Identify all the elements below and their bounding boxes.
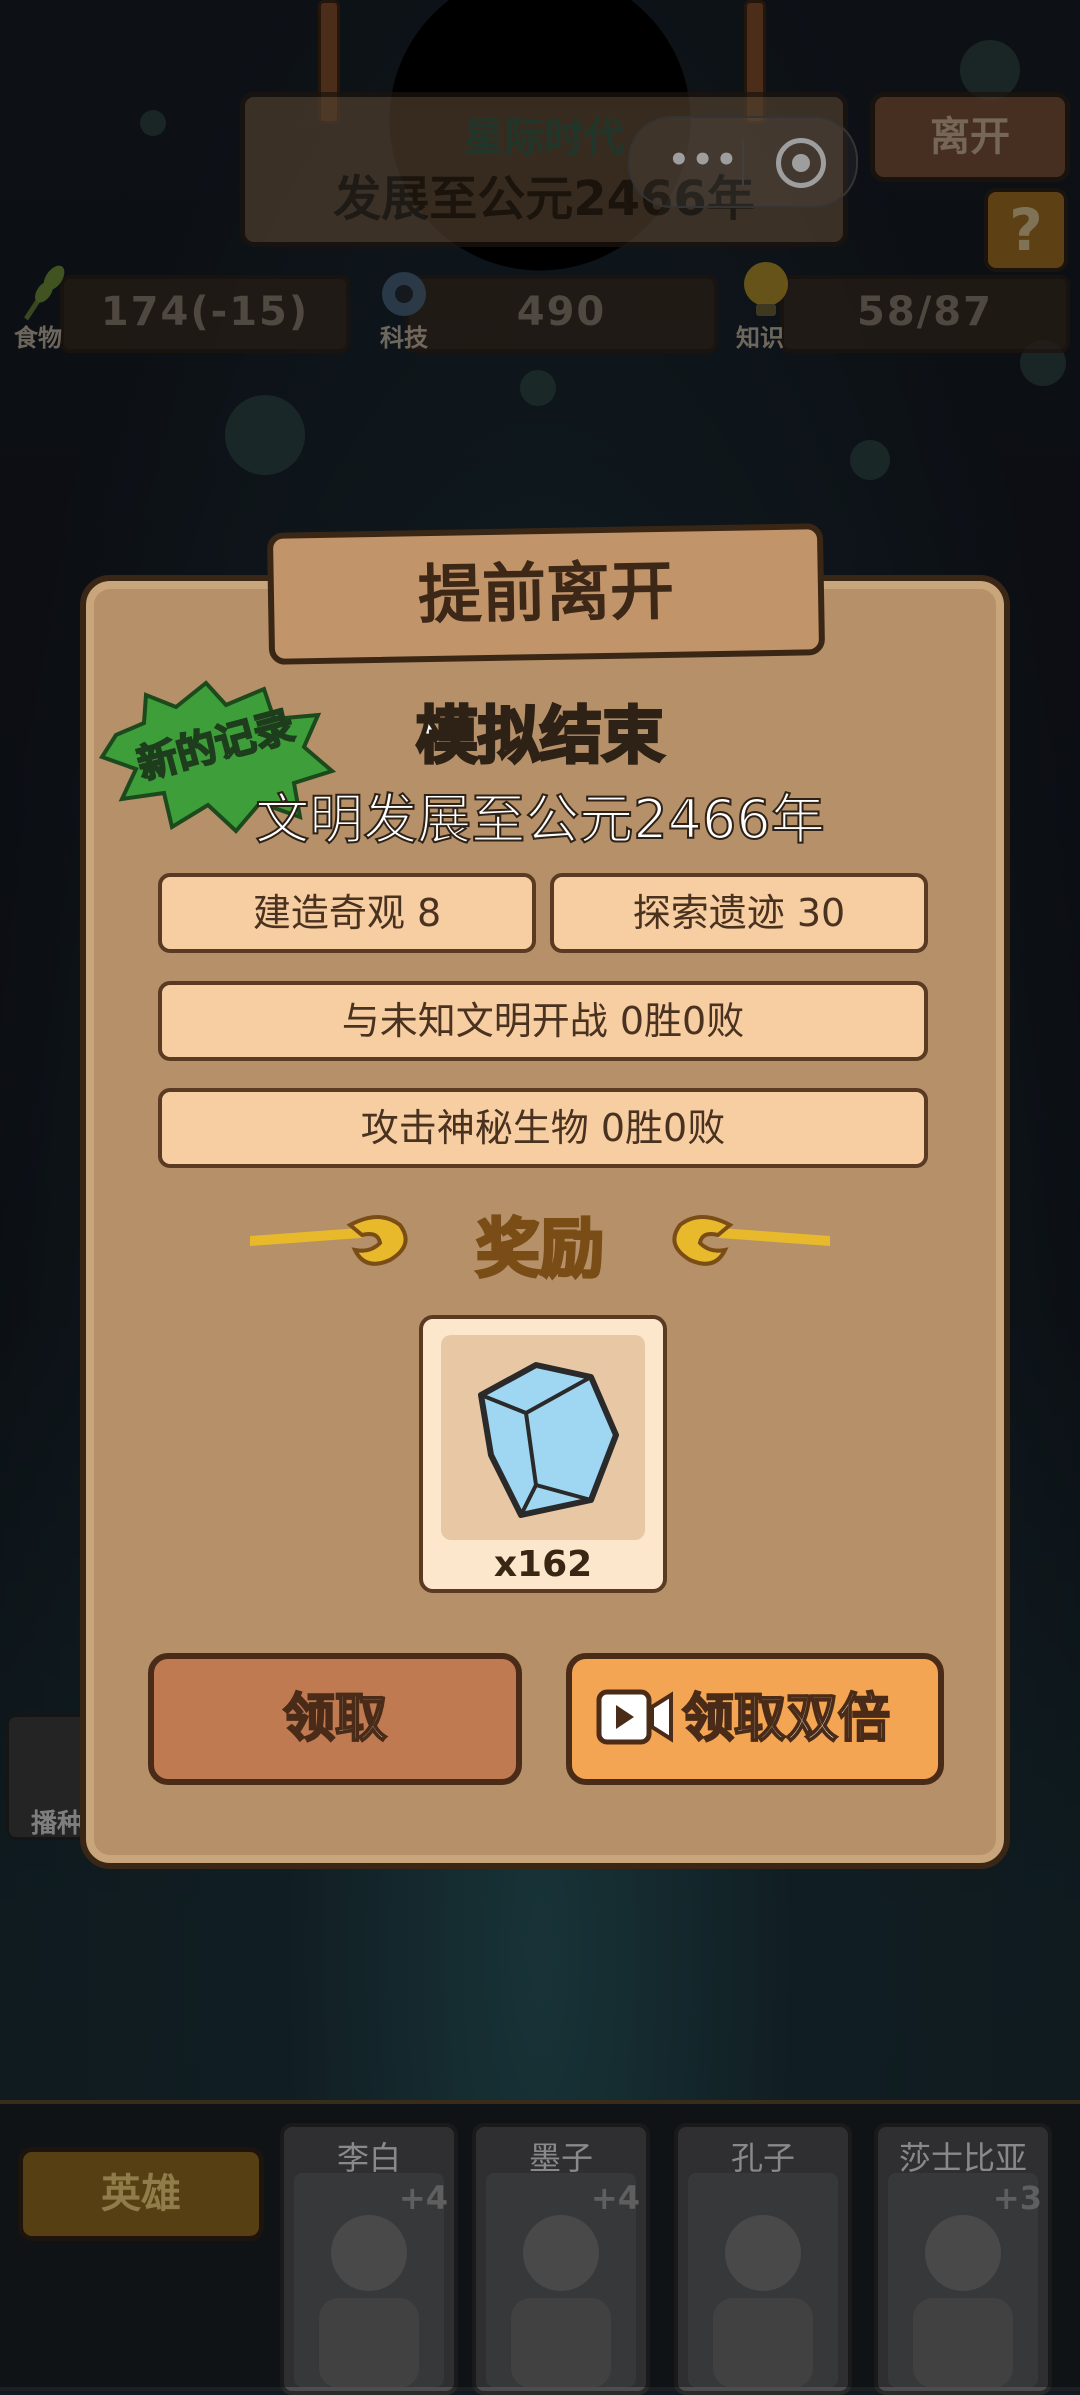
reward-title: 奖励 — [475, 1212, 606, 1289]
claim-double-button[interactable]: 领取双倍 — [566, 1653, 944, 1785]
claim-button[interactable]: 领取 — [148, 1653, 522, 1785]
dialog-title: 提前离开 — [266, 523, 826, 665]
stat-ruins: 探索遗迹 30 — [550, 873, 928, 953]
video-ad-icon — [596, 1689, 673, 1745]
result-title: 模拟结束 — [414, 698, 665, 774]
stat-war: 与未知文明开战 0胜0败 — [158, 981, 928, 1061]
reward-count: x162 — [493, 1544, 593, 1585]
stat-creatures: 攻击神秘生物 0胜0败 — [158, 1088, 928, 1168]
result-subtitle: 文明发展至公元2466年 — [254, 787, 825, 852]
reward-icon-slot — [441, 1335, 645, 1540]
claim-double-label: 领取双倍 — [681, 1688, 891, 1750]
reward-card: x162 — [419, 1315, 667, 1593]
blue-crystal-icon — [478, 1362, 619, 1518]
stat-wonders: 建造奇观 8 — [158, 873, 536, 953]
